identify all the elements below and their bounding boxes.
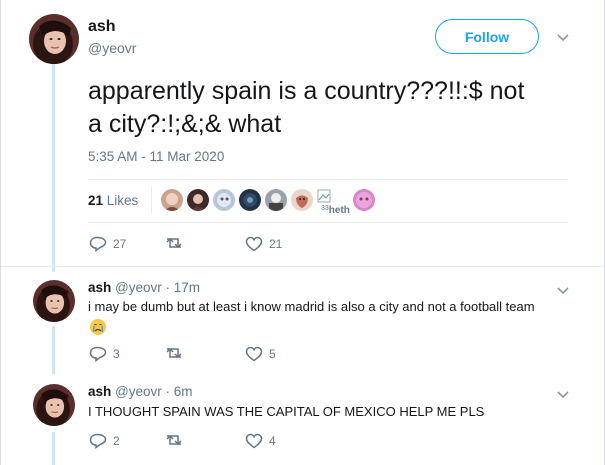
reply-icon	[89, 433, 107, 449]
likes-summary[interactable]: 21 Likes	[88, 193, 138, 208]
like-button[interactable]: 21	[245, 236, 282, 252]
chevron-down-icon[interactable]	[557, 386, 569, 402]
divider	[1, 266, 605, 267]
reply-icon	[89, 236, 107, 252]
crying-face-icon	[89, 318, 107, 336]
likes-label: Likes	[106, 193, 139, 208]
liker-avatar[interactable]	[265, 189, 287, 211]
tweet-timestamp[interactable]: 5:35 AM - 11 Mar 2020	[88, 149, 224, 164]
reply-count: 27	[113, 237, 127, 251]
liker-avatar[interactable]	[161, 189, 183, 211]
heart-icon	[245, 433, 263, 449]
tweet-text-line: apparently spain is a country???!!:$ not	[88, 77, 525, 105]
divider	[88, 179, 568, 180]
avatar[interactable]	[33, 280, 75, 322]
thread-line	[52, 432, 55, 465]
separator: ·	[165, 384, 171, 399]
reply-text: i may be dumb but at least i know madrid…	[88, 299, 535, 314]
like-button[interactable]: 5	[245, 346, 276, 362]
thread-line	[52, 60, 55, 272]
like-count: 4	[269, 434, 276, 448]
chevron-down-icon[interactable]	[557, 282, 569, 298]
author-name[interactable]: ash	[88, 280, 111, 295]
liker-alt-text: 33heth	[321, 205, 350, 216]
retweet-icon	[166, 347, 182, 359]
reply-count: 2	[113, 434, 120, 448]
liker-avatar[interactable]	[353, 189, 375, 211]
avatar[interactable]	[29, 14, 79, 64]
divider	[88, 222, 568, 223]
retweet-button[interactable]	[164, 433, 184, 447]
reply-header: ash @yeovr · 6m	[88, 384, 193, 399]
liker-avatar[interactable]	[187, 189, 209, 211]
separator: ·	[165, 280, 171, 295]
like-count: 5	[269, 347, 276, 361]
heart-icon	[245, 236, 263, 252]
chevron-down-icon[interactable]	[557, 29, 569, 45]
retweet-button[interactable]	[164, 236, 184, 250]
liker-avatar[interactable]	[239, 189, 261, 211]
reply-time[interactable]: 17m	[174, 280, 200, 295]
reply-time[interactable]: 6m	[174, 384, 193, 399]
liker-avatar[interactable]	[213, 189, 235, 211]
reply-icon	[89, 346, 107, 362]
reply-button[interactable]: 2	[89, 433, 120, 449]
reply-button[interactable]: 3	[89, 346, 120, 362]
quote-mark: 33	[321, 205, 329, 212]
avatar[interactable]	[33, 384, 75, 426]
like-count: 21	[269, 237, 283, 251]
liker-avatar[interactable]	[291, 189, 313, 211]
reply-text: I THOUGHT SPAIN WAS THE CAPITAL OF MEXIC…	[88, 404, 485, 419]
tweet-text-line: a city?:!;&;& what	[88, 110, 282, 138]
author-name[interactable]: ash	[88, 384, 111, 399]
tweet-thread: ash @yeovr Follow apparently spain is a …	[0, 0, 605, 465]
author-handle[interactable]: @yeovr	[115, 384, 162, 399]
retweet-icon	[166, 237, 182, 249]
author-handle[interactable]: @yeovr	[88, 40, 136, 56]
follow-button[interactable]: Follow	[435, 19, 539, 54]
likes-count: 21	[88, 193, 104, 208]
divider	[151, 186, 152, 214]
tweet-text: apparently spain is a country???!!:$ not…	[88, 75, 568, 141]
reply-header: ash @yeovr · 17m	[88, 280, 200, 295]
retweet-icon	[166, 434, 182, 446]
author-name[interactable]: ash	[88, 18, 116, 36]
reply-button[interactable]: 27	[89, 236, 126, 252]
reply-count: 3	[113, 347, 120, 361]
author-handle[interactable]: @yeovr	[115, 280, 162, 295]
retweet-button[interactable]	[164, 346, 184, 360]
heart-icon	[245, 346, 263, 362]
thread-line	[52, 326, 55, 374]
like-button[interactable]: 4	[245, 433, 276, 449]
liker-alt-label: heth	[328, 205, 350, 216]
